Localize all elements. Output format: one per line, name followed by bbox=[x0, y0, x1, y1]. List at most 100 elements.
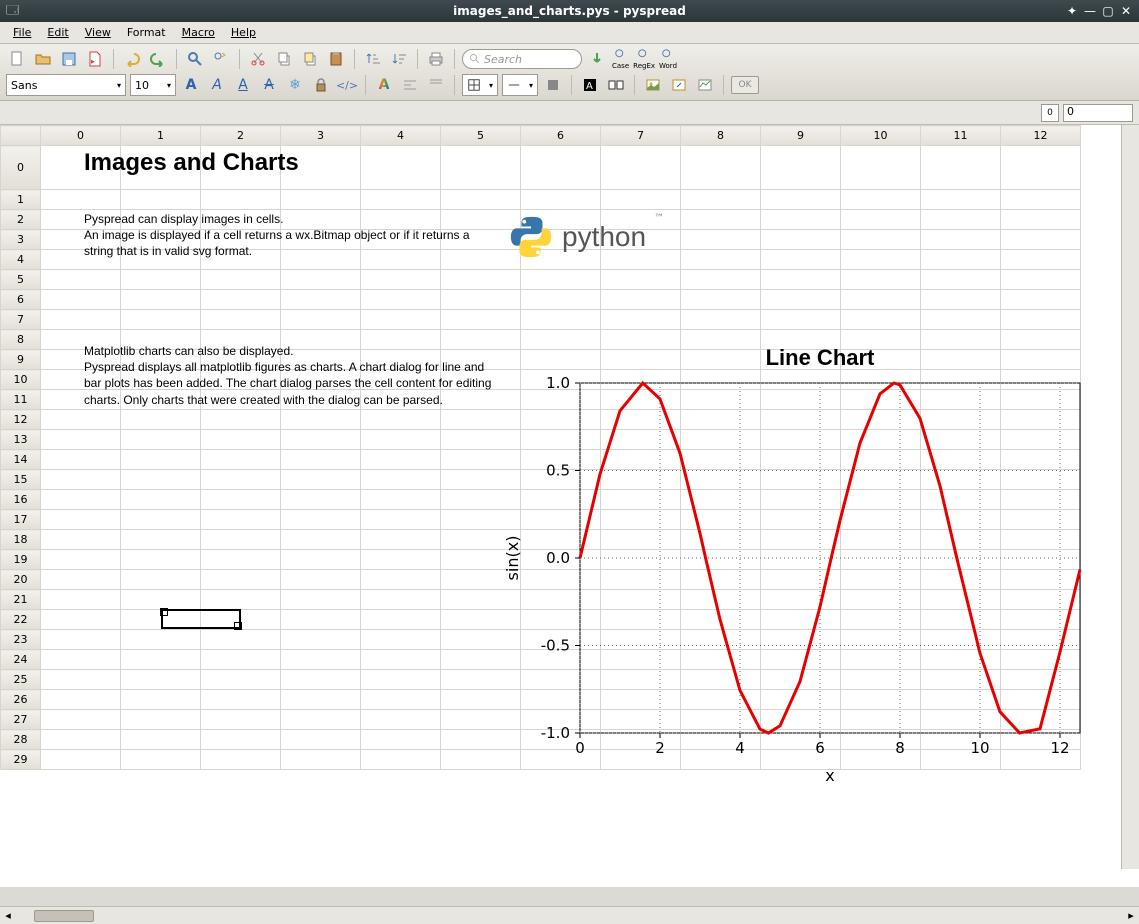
cell[interactable] bbox=[1001, 450, 1081, 470]
cell[interactable] bbox=[441, 530, 521, 550]
column-header[interactable]: 10 bbox=[841, 126, 921, 146]
cell[interactable] bbox=[201, 430, 281, 450]
cell[interactable] bbox=[1001, 370, 1081, 390]
row-header[interactable]: 15 bbox=[1, 470, 41, 490]
menu-help[interactable]: Help bbox=[224, 24, 263, 41]
cell[interactable] bbox=[361, 410, 441, 430]
cell[interactable] bbox=[201, 370, 281, 390]
cell[interactable] bbox=[1001, 690, 1081, 710]
cell[interactable] bbox=[41, 610, 121, 630]
cell[interactable] bbox=[521, 430, 601, 450]
cell[interactable] bbox=[521, 270, 601, 290]
cell[interactable] bbox=[841, 310, 921, 330]
scroll-right-icon[interactable]: ▸ bbox=[1123, 908, 1139, 924]
cell[interactable] bbox=[361, 570, 441, 590]
cell[interactable] bbox=[281, 390, 361, 410]
scroll-left-icon[interactable]: ◂ bbox=[0, 908, 16, 924]
cell[interactable] bbox=[121, 210, 201, 230]
cell[interactable] bbox=[281, 530, 361, 550]
cell[interactable] bbox=[201, 470, 281, 490]
cell[interactable] bbox=[521, 370, 601, 390]
cell[interactable] bbox=[41, 690, 121, 710]
cell[interactable] bbox=[361, 370, 441, 390]
cell[interactable] bbox=[601, 250, 681, 270]
cell[interactable] bbox=[761, 670, 841, 690]
freeze-button[interactable]: ❄ bbox=[284, 74, 306, 96]
cell[interactable] bbox=[361, 270, 441, 290]
cell[interactable] bbox=[681, 550, 761, 570]
cell[interactable] bbox=[441, 470, 521, 490]
cell[interactable] bbox=[201, 670, 281, 690]
cell[interactable] bbox=[521, 470, 601, 490]
row-header[interactable]: 1 bbox=[1, 190, 41, 210]
cell[interactable] bbox=[841, 270, 921, 290]
cell[interactable] bbox=[121, 630, 201, 650]
cell[interactable] bbox=[361, 630, 441, 650]
cell[interactable] bbox=[921, 450, 1001, 470]
cell[interactable] bbox=[921, 670, 1001, 690]
cell[interactable] bbox=[521, 146, 601, 190]
cell[interactable] bbox=[761, 230, 841, 250]
cell[interactable] bbox=[761, 310, 841, 330]
italic-button[interactable]: A bbox=[206, 74, 228, 96]
cell[interactable] bbox=[921, 510, 1001, 530]
cell[interactable] bbox=[361, 650, 441, 670]
cell[interactable] bbox=[1001, 270, 1081, 290]
cell[interactable] bbox=[121, 610, 201, 630]
find-button[interactable] bbox=[184, 48, 206, 70]
cell[interactable] bbox=[281, 350, 361, 370]
cell[interactable] bbox=[921, 550, 1001, 570]
cell[interactable] bbox=[361, 590, 441, 610]
cell[interactable] bbox=[41, 450, 121, 470]
cell[interactable] bbox=[841, 730, 921, 750]
cell[interactable] bbox=[681, 430, 761, 450]
cell[interactable] bbox=[681, 630, 761, 650]
row-header[interactable]: 7 bbox=[1, 310, 41, 330]
cell[interactable] bbox=[361, 450, 441, 470]
cell[interactable] bbox=[681, 530, 761, 550]
menu-view[interactable]: View bbox=[78, 24, 118, 41]
cell[interactable] bbox=[441, 146, 521, 190]
cell[interactable] bbox=[441, 230, 521, 250]
search-word-toggle[interactable]: Word bbox=[659, 48, 677, 70]
cell[interactable] bbox=[601, 750, 681, 770]
cell[interactable] bbox=[601, 470, 681, 490]
cell[interactable] bbox=[761, 430, 841, 450]
cell[interactable] bbox=[361, 550, 441, 570]
cell[interactable] bbox=[761, 530, 841, 550]
cell[interactable] bbox=[201, 450, 281, 470]
cell[interactable] bbox=[41, 330, 121, 350]
cell[interactable] bbox=[1001, 146, 1081, 190]
cell[interactable] bbox=[41, 530, 121, 550]
cell[interactable] bbox=[121, 430, 201, 450]
cell[interactable] bbox=[761, 270, 841, 290]
cell[interactable] bbox=[1001, 750, 1081, 770]
search-regex-toggle[interactable]: RegEx bbox=[633, 48, 655, 70]
cell[interactable] bbox=[441, 650, 521, 670]
cell[interactable] bbox=[761, 370, 841, 390]
borders-select[interactable]: ▾ bbox=[462, 74, 498, 96]
cell[interactable] bbox=[41, 230, 121, 250]
cell[interactable] bbox=[681, 490, 761, 510]
row-header[interactable]: 26 bbox=[1, 690, 41, 710]
cell[interactable] bbox=[201, 590, 281, 610]
row-header[interactable]: 28 bbox=[1, 730, 41, 750]
cell[interactable] bbox=[841, 530, 921, 550]
cell[interactable] bbox=[601, 390, 681, 410]
cell[interactable] bbox=[41, 350, 121, 370]
cell[interactable] bbox=[441, 510, 521, 530]
row-header[interactable]: 19 bbox=[1, 550, 41, 570]
cell[interactable] bbox=[601, 490, 681, 510]
cell[interactable] bbox=[521, 330, 601, 350]
cell[interactable] bbox=[521, 310, 601, 330]
cell[interactable] bbox=[681, 590, 761, 610]
row-header[interactable]: 27 bbox=[1, 710, 41, 730]
cell[interactable] bbox=[601, 590, 681, 610]
cell[interactable] bbox=[521, 530, 601, 550]
column-header[interactable]: 6 bbox=[521, 126, 601, 146]
column-header[interactable]: 7 bbox=[601, 126, 681, 146]
row-header[interactable]: 25 bbox=[1, 670, 41, 690]
cell[interactable] bbox=[281, 330, 361, 350]
cell[interactable] bbox=[601, 270, 681, 290]
cell[interactable] bbox=[281, 590, 361, 610]
